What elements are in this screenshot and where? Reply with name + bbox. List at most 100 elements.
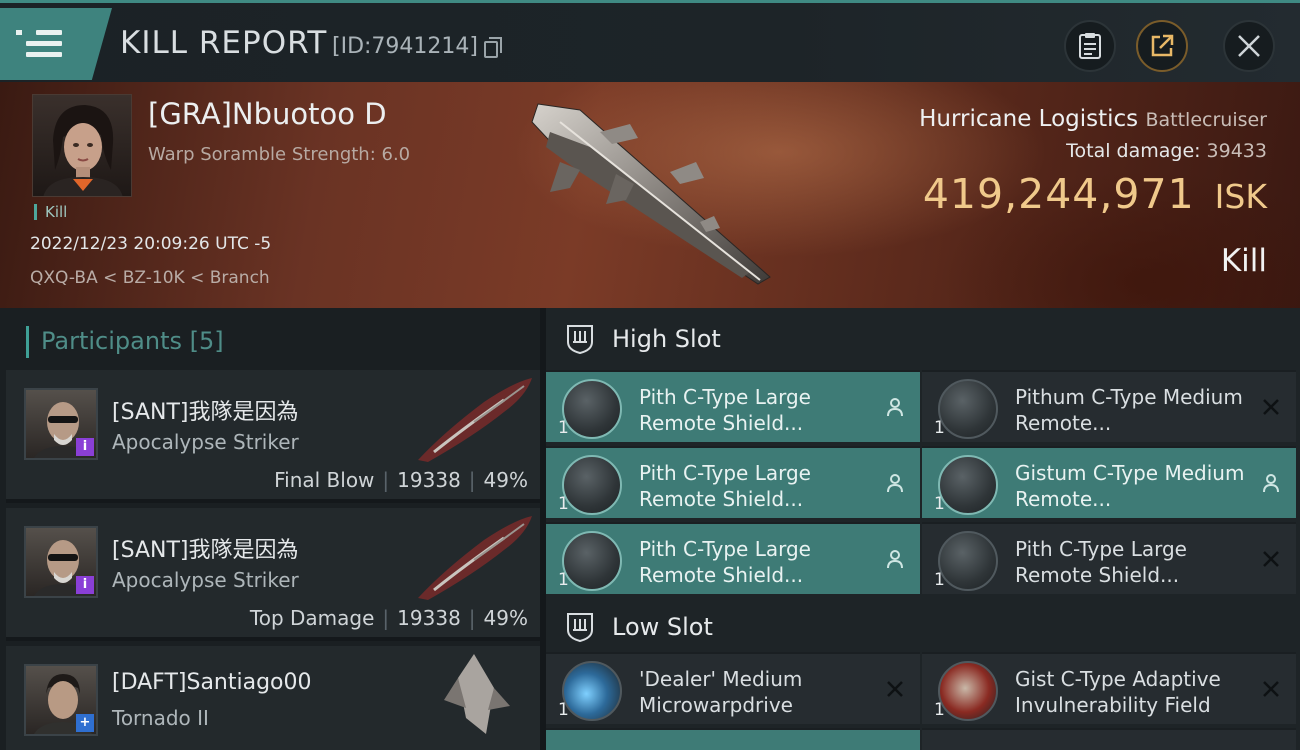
- shield-booster-icon: [562, 455, 622, 515]
- avatar[interactable]: i: [24, 526, 98, 598]
- module-quantity: 1: [558, 570, 569, 590]
- module-name: Pith C-Type Large Remote Shield...: [1015, 537, 1187, 587]
- clipboard-button[interactable]: [1064, 20, 1116, 72]
- shield-booster-icon: [562, 379, 622, 439]
- participant-name: [SANT]我隊是因為: [112, 538, 299, 563]
- destroyed-x-icon: [887, 681, 903, 697]
- module-item[interactable]: 1 Pith C-Type Large Remote Shield...: [546, 446, 920, 518]
- kill-tag: Kill: [34, 204, 67, 220]
- kill-datetime: 2022/12/23 20:09:26 UTC -5: [30, 234, 272, 254]
- participant-percent: 49%: [483, 606, 528, 630]
- hamburger-icon: [26, 30, 62, 63]
- isk-amount: 419,244,971: [922, 170, 1195, 218]
- participant-name: [SANT]我隊是因為: [112, 400, 299, 425]
- module-name: Pith C-Type Large Remote Shield...: [639, 461, 811, 511]
- ship-class: Battlecruiser: [1145, 109, 1267, 131]
- high-slot-label: High Slot: [612, 325, 721, 353]
- participant-name: [DAFT]Santiago00: [112, 670, 312, 695]
- kill-result: Kill: [1220, 243, 1267, 279]
- destroyed-x-icon: [1263, 399, 1279, 415]
- shield-booster-icon: [938, 379, 998, 439]
- module-name: Pith C-Type Large Remote Shield...: [639, 537, 811, 587]
- module-name: Pithum C-Type Medium Remote...: [1015, 385, 1243, 435]
- participant-row[interactable]: + [DAFT]Santiago00 Tornado II: [6, 646, 540, 750]
- dropped-person-icon: [887, 474, 903, 493]
- isk-value: 419,244,971 ISK: [923, 170, 1267, 218]
- shield-booster-icon: [562, 531, 622, 591]
- module-item[interactable]: 1 Pith C-Type Large Remote Shield...: [546, 370, 920, 442]
- avatar[interactable]: +: [24, 664, 98, 736]
- participant-ship-image: [418, 378, 532, 462]
- module-item[interactable]: 1 Gistum C-Type Medium Remote...: [922, 446, 1296, 518]
- high-slot-icon: [567, 325, 593, 355]
- module-name: 'Dealer' Medium Microwarpdrive: [639, 667, 803, 717]
- module-item[interactable]: 1 Pith C-Type Large Remote Shield...: [546, 522, 920, 594]
- module-quantity: 1: [558, 418, 569, 438]
- share-button[interactable]: [1136, 20, 1188, 72]
- low-slot-icon: [567, 613, 593, 643]
- total-damage-label: Total damage:: [1066, 140, 1201, 162]
- victim-name[interactable]: [GRA]Nbuotoo D: [148, 97, 387, 131]
- invulnerability-field-icon: [938, 661, 998, 721]
- victim-ship-type[interactable]: Hurricane Logistics Battlecruiser: [919, 106, 1267, 132]
- total-damage-value: 39433: [1206, 140, 1267, 162]
- participant-row[interactable]: i [SANT]我隊是因為 Apocalypse Striker Final B…: [6, 370, 540, 503]
- module-name: Gistum C-Type Medium Remote...: [1015, 461, 1245, 511]
- dropped-person-icon: [887, 550, 903, 569]
- participant-role: Final Blow: [274, 468, 375, 492]
- corp-badge: +: [76, 714, 94, 732]
- ship-name: Hurricane Logistics: [919, 106, 1139, 132]
- high-slot-header: High Slot: [546, 308, 1300, 370]
- victim-ship-image[interactable]: [520, 92, 790, 292]
- module-item[interactable]: 1 Pithum C-Type Medium Remote...: [922, 370, 1296, 442]
- dropped-person-icon: [1263, 474, 1279, 493]
- shield-booster-icon: [938, 455, 998, 515]
- participant-stats: Final Blow | 19338 | 49%: [274, 468, 528, 492]
- low-slot-label: Low Slot: [612, 613, 713, 641]
- victim-banner: [GRA]Nbuotoo D Warp Soramble Strength: 6…: [0, 82, 1300, 308]
- victim-portrait[interactable]: [32, 94, 132, 197]
- close-button[interactable]: [1223, 20, 1275, 72]
- total-damage: Total damage: 39433: [1066, 140, 1267, 162]
- participants-title[interactable]: Participants [5]: [26, 326, 224, 358]
- participant-percent: 49%: [483, 468, 528, 492]
- module-quantity: 1: [934, 418, 945, 438]
- module-quantity: 1: [934, 700, 945, 720]
- dropped-person-icon: [887, 398, 903, 417]
- isk-unit: ISK: [1214, 177, 1267, 216]
- participant-ship: Apocalypse Striker: [112, 430, 299, 454]
- top-bar: KILL REPORT [ID:7941214]: [0, 0, 1300, 82]
- module-quantity: 1: [558, 700, 569, 720]
- module-item-partial[interactable]: [922, 728, 1296, 750]
- participant-ship: Tornado II: [112, 706, 209, 730]
- module-name: Pith C-Type Large Remote Shield...: [639, 385, 811, 435]
- report-id: [ID:7941214]: [332, 34, 478, 59]
- module-item[interactable]: 1 'Dealer' Medium Microwarpdrive: [546, 652, 920, 724]
- destroyed-x-icon: [1263, 681, 1279, 697]
- corp-badge: i: [76, 576, 94, 594]
- corp-badge: i: [76, 438, 94, 456]
- kill-location[interactable]: QXQ-BA < BZ-10K < Branch: [30, 268, 270, 288]
- copy-id-icon[interactable]: [484, 37, 502, 58]
- module-quantity: 1: [558, 494, 569, 514]
- participant-role: Top Damage: [249, 606, 375, 630]
- participant-ship-image: [418, 516, 532, 600]
- page-title: KILL REPORT: [120, 25, 328, 61]
- participant-ship: Apocalypse Striker: [112, 568, 299, 592]
- module-quantity: 1: [934, 494, 945, 514]
- close-icon: [1238, 35, 1260, 57]
- module-item[interactable]: 1 Gist C-Type Adaptive Invulnerability F…: [922, 652, 1296, 724]
- menu-button[interactable]: [0, 8, 112, 80]
- participants-panel: Participants [5] i [SANT]我隊是因為 Apocalyps…: [0, 308, 540, 750]
- clipboard-icon: [1079, 33, 1101, 59]
- participant-ship-image: [444, 654, 510, 734]
- module-item-partial[interactable]: [546, 728, 920, 750]
- participant-row[interactable]: i [SANT]我隊是因為 Apocalypse Striker Top Dam…: [6, 508, 540, 641]
- participant-damage: 19338: [397, 606, 461, 630]
- share-icon: [1151, 34, 1174, 57]
- fitting-panel: High Slot 1 Pith C-Type Large Remote Shi…: [546, 308, 1300, 750]
- destroyed-x-icon: [1263, 551, 1279, 567]
- module-item[interactable]: 1 Pith C-Type Large Remote Shield...: [922, 522, 1296, 594]
- avatar[interactable]: i: [24, 388, 98, 460]
- module-quantity: 1: [934, 570, 945, 590]
